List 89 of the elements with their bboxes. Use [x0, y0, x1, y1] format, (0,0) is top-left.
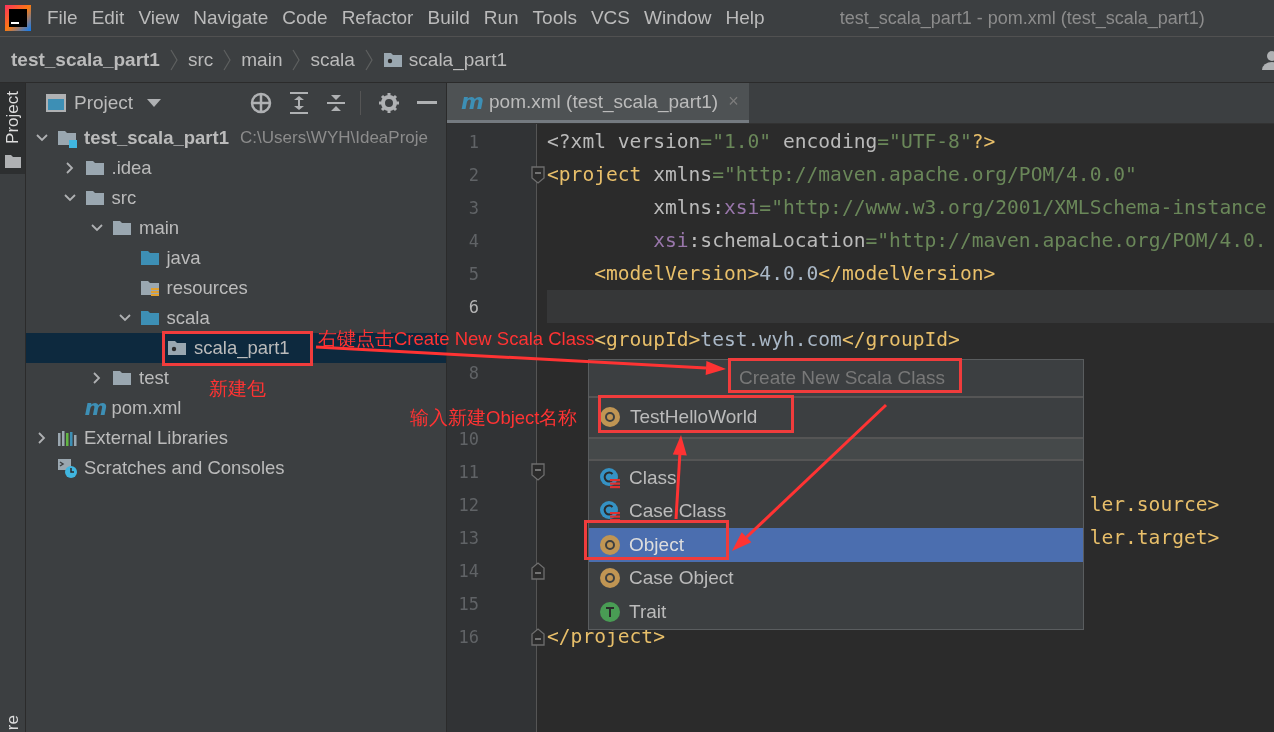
window-title: test_scala_part1 - pom.xml (test_scala_part1) [839, 7, 1205, 29]
fold-end-marker-icon [531, 561, 545, 580]
menu-item[interactable]: Code [281, 5, 329, 31]
settings-icon [378, 92, 400, 114]
tree-item[interactable]: java [117, 247, 201, 269]
menu-item[interactable]: Tools [531, 5, 578, 31]
breadcrumb-separator-icon [291, 47, 302, 72]
tree-item[interactable]: m pom.xml [62, 397, 182, 419]
code-line: <groupId>test.wyh.com</groupId> [594, 328, 960, 351]
menu-item[interactable]: Build [426, 5, 471, 31]
folder-icon [84, 158, 105, 178]
folder-icon [139, 308, 160, 328]
kind-option[interactable]: Case Object [589, 561, 1083, 595]
line-number: 6 [467, 296, 479, 317]
editor-tab[interactable]: m pom.xml (test_scala_part1) × [447, 83, 749, 123]
object-icon [599, 533, 621, 556]
menu-item[interactable]: Refactor [340, 5, 415, 31]
folder-icon [112, 218, 132, 238]
breadcrumb-item[interactable]: scala [310, 48, 355, 71]
code-line: ler.target> [1089, 526, 1220, 549]
kind-option[interactable]: Class [589, 461, 1083, 495]
module-folder-icon [57, 128, 77, 148]
case-class-icon [599, 500, 621, 523]
kind-option[interactable]: Object [589, 528, 1083, 562]
libraries-icon [57, 428, 77, 448]
folder-icon [112, 368, 132, 388]
tree-item[interactable]: Scratches and Consoles [35, 457, 285, 479]
breadcrumb-item[interactable]: scala_part1 [408, 48, 508, 71]
class-icon [599, 466, 621, 489]
collapse-all-icon [326, 92, 346, 114]
tree-item[interactable]: main [90, 217, 180, 239]
tree-item[interactable]: scala_part1 [145, 337, 290, 359]
breadcrumb-separator-icon [222, 47, 233, 72]
crosshair-icon [250, 92, 272, 114]
code-line: ler.source> [1089, 493, 1220, 516]
code-line: <project xmlns="http://maven.apache.org/POM/4.0.0" [547, 163, 1137, 186]
resources-folder-icon [139, 278, 160, 298]
folder-icon [4, 153, 21, 168]
minimize-icon [417, 101, 437, 105]
tree-item[interactable]: External Libraries [35, 427, 228, 449]
code-line: <modelVersion>4.0.0</modelVersion> [594, 262, 996, 285]
menu-item[interactable]: Help [724, 5, 766, 31]
maven-icon: m [461, 91, 481, 112]
breadcrumb-item[interactable]: src [187, 48, 214, 71]
menu-item[interactable]: File [46, 5, 79, 31]
tree-item[interactable]: resources [117, 277, 248, 299]
menu-item[interactable]: View [137, 5, 181, 31]
package-icon [167, 338, 187, 358]
fold-marker-icon [531, 462, 545, 481]
annotation-text: 新建包 [209, 377, 266, 401]
structure-tool-tab[interactable]: re [0, 714, 25, 732]
tree-item[interactable]: scala [117, 307, 210, 329]
fold-end-marker-icon [531, 627, 545, 646]
object-icon [599, 567, 621, 590]
expand-all-icon [289, 92, 309, 114]
project-window-icon [46, 94, 66, 112]
code-line: xmlns:xsi="http://www.w3.org/2001/XMLSchema-instance [653, 196, 1267, 219]
code-line: <?xml version="1.0" encoding="UTF-8"?> [547, 130, 996, 153]
user-icon [1262, 49, 1274, 70]
menu-item[interactable]: Window [643, 5, 713, 31]
folder-icon [84, 188, 105, 208]
breadcrumb-separator-icon [168, 47, 179, 72]
scratch-clock-icon [57, 458, 77, 478]
breadcrumb-item[interactable]: test_scala_part1 [11, 48, 160, 71]
breadcrumb-separator-icon [363, 47, 374, 72]
menu-item[interactable]: Navigate [192, 5, 270, 31]
fold-marker-icon [531, 165, 545, 184]
annotation-text: 输入新建Object名称 [410, 406, 578, 430]
breadcrumb-item[interactable]: main [241, 48, 283, 71]
app-logo-icon [5, 5, 31, 31]
tree-item[interactable]: .idea [62, 157, 152, 179]
project-tool-tab[interactable]: Project [0, 83, 25, 174]
object-icon [599, 405, 621, 428]
maven-icon: m [84, 398, 105, 418]
annotation-text: 右键点击Create New Scala Class [318, 327, 595, 349]
kind-option[interactable]: Case Class [589, 494, 1083, 528]
panel-title[interactable]: Project [74, 92, 134, 114]
folder-icon [139, 248, 160, 268]
menu-item[interactable]: Run [482, 5, 520, 31]
menu-item[interactable]: VCS [589, 5, 631, 31]
menu-item[interactable]: Edit [90, 5, 126, 31]
tree-item[interactable]: test [90, 367, 169, 389]
class-name-field[interactable]: TestHelloWorld [589, 398, 1083, 435]
trait-icon [599, 600, 621, 623]
code-line: xsi:schemaLocation="http://maven.apache.org/POM/4.0. [653, 229, 1267, 252]
project-path: C:\Users\WYH\IdeaProje [240, 128, 428, 148]
dropdown-caret-icon [147, 99, 162, 107]
tree-item[interactable]: src [62, 187, 137, 209]
tree-item[interactable]: test_scala_part1 [35, 127, 229, 149]
